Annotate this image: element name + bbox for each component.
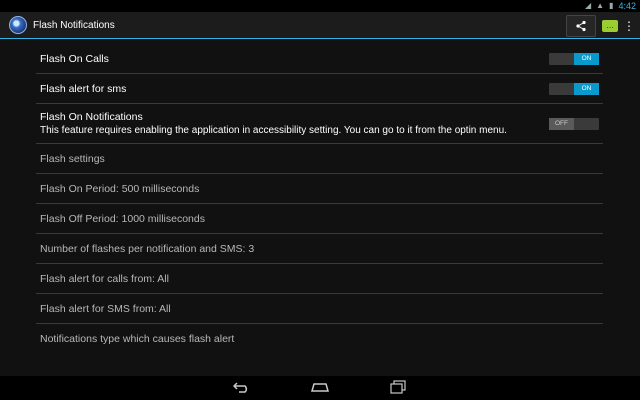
app-title: Flash Notifications	[33, 19, 115, 31]
setting-number-of-flashes[interactable]: Number of flashes per notification and S…	[36, 234, 603, 264]
navigation-bar	[0, 376, 640, 400]
setting-sms-from[interactable]: Flash alert for SMS from: All	[36, 294, 603, 324]
flash-on-calls-toggle[interactable]: ON	[549, 52, 599, 65]
setting-label: Number of flashes per notification and S…	[40, 242, 255, 255]
setting-flash-alert-sms[interactable]: Flash alert for sms ON	[36, 74, 603, 104]
app-icon[interactable]	[9, 16, 27, 34]
flash-alert-sms-toggle[interactable]: ON	[549, 82, 599, 95]
setting-flash-settings-header: Flash settings	[36, 144, 603, 174]
message-button[interactable]: …	[600, 16, 620, 36]
action-bar-actions: … ⋮	[566, 15, 635, 37]
wifi-icon: ▲	[596, 1, 605, 10]
setting-label: Flash Off Period: 1000 milliseconds	[40, 212, 205, 225]
clock: 4:42	[618, 1, 636, 11]
recent-apps-button[interactable]	[388, 379, 408, 397]
setting-label: Flash On Period: 500 milliseconds	[40, 182, 200, 195]
setting-label: Flash alert for calls from: All	[40, 272, 169, 285]
setting-label: Flash On Notifications	[40, 111, 143, 123]
setting-flash-on-calls[interactable]: Flash On Calls ON	[36, 44, 603, 74]
toggle-thumb: OFF	[549, 117, 574, 130]
setting-notifications-type[interactable]: Notifications type which causes flash al…	[36, 324, 603, 354]
overflow-menu-button[interactable]: ⋮	[623, 16, 635, 36]
setting-label: Notifications type which causes flash al…	[40, 333, 235, 345]
section-header: Flash settings	[40, 152, 105, 165]
share-button[interactable]	[566, 15, 596, 37]
setting-label: Flash alert for sms	[40, 82, 127, 95]
action-bar: Flash Notifications … ⋮	[0, 12, 640, 39]
overflow-icon: ⋮	[623, 19, 635, 33]
setting-label: Flash alert for SMS from: All	[40, 302, 171, 315]
setting-calls-from[interactable]: Flash alert for calls from: All	[36, 264, 603, 294]
status-bar: ◢ ▲ ▮ 4:42	[0, 0, 640, 12]
home-icon	[311, 382, 329, 392]
home-button[interactable]	[310, 381, 330, 396]
recent-apps-icon	[390, 379, 406, 394]
setting-flash-off-period[interactable]: Flash Off Period: 1000 milliseconds	[36, 204, 603, 234]
setting-flash-on-notifications[interactable]: Flash On Notifications This feature requ…	[36, 104, 603, 144]
setting-text: Flash On Notifications This feature requ…	[40, 111, 507, 136]
back-icon	[232, 381, 248, 393]
setting-label: Flash On Calls	[40, 52, 109, 65]
signal-icon: ◢	[584, 1, 592, 10]
share-icon	[576, 20, 586, 32]
setting-flash-on-period[interactable]: Flash On Period: 500 milliseconds	[36, 174, 603, 204]
settings-list: Flash On Calls ON Flash alert for sms ON…	[36, 44, 603, 354]
message-icon: …	[602, 20, 618, 32]
setting-summary: This feature requires enabling the appli…	[40, 125, 507, 136]
toggle-thumb: ON	[574, 82, 599, 95]
flash-on-notifications-toggle[interactable]: OFF	[549, 117, 599, 130]
back-button[interactable]	[232, 381, 252, 396]
battery-icon: ▮	[609, 1, 614, 10]
toggle-thumb: ON	[574, 52, 599, 65]
